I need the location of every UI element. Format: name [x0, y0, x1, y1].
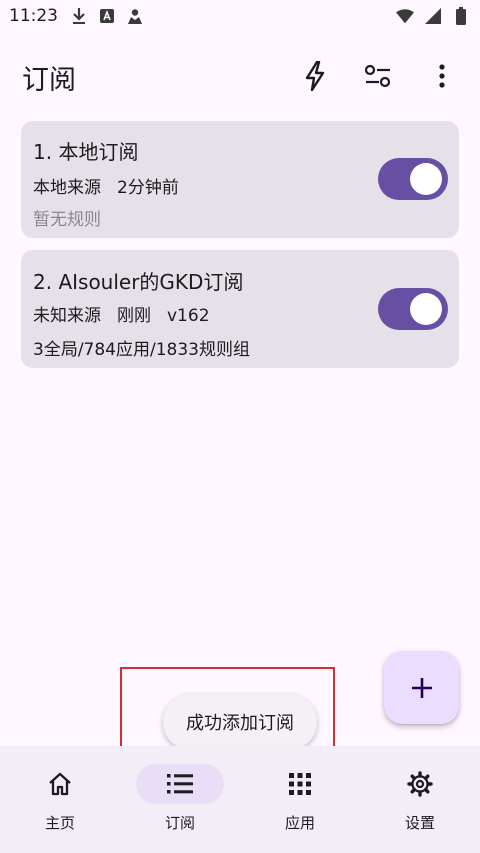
- status-notification-icons: [70, 7, 144, 25]
- toggle-knob: [410, 293, 442, 325]
- nav-label: 应用: [284, 814, 315, 832]
- subscription-card[interactable]: 1. 本地订阅 本地来源 2分钟前 暂无规则: [21, 121, 459, 238]
- list-icon: [167, 774, 193, 794]
- more-vert-icon[interactable]: [422, 56, 462, 96]
- bottom-navigation: 主页 订阅 应用 设置: [0, 746, 480, 853]
- nav-label: 设置: [404, 814, 435, 832]
- nav-pill: [256, 764, 344, 804]
- filter-icon[interactable]: [358, 56, 398, 96]
- lightning-icon[interactable]: [295, 56, 335, 96]
- nav-label: 订阅: [164, 814, 195, 832]
- status-system-icons: [396, 7, 470, 25]
- subscription-source: 本地来源: [33, 178, 101, 198]
- plus-icon: [411, 677, 432, 698]
- wifi-icon: [396, 7, 414, 25]
- text-a-icon: [98, 7, 116, 25]
- apps-grid-icon: [289, 773, 311, 795]
- subscription-version: v162: [167, 306, 210, 326]
- nav-pill: [376, 764, 464, 804]
- subscription-card[interactable]: 2. AIsouler的GKD订阅 未知来源 刚刚 v162 3全局/784应用/1…: [21, 250, 459, 368]
- battery-icon: [452, 7, 470, 25]
- settings-icon: [407, 771, 433, 797]
- subscription-title: 2. AIsouler的GKD订阅: [33, 270, 244, 294]
- nav-item-settings[interactable]: 设置: [360, 746, 480, 853]
- nav-pill: [136, 764, 224, 804]
- toast-message: 成功添加订阅: [163, 694, 317, 750]
- top-app-bar: 订阅: [0, 48, 480, 104]
- subscription-summary: 暂无规则: [33, 210, 101, 230]
- toggle-knob: [410, 163, 442, 195]
- signal-icon: [424, 7, 442, 25]
- subscription-toggle[interactable]: [378, 288, 448, 330]
- subscription-meta: 未知来源 刚刚 v162: [33, 301, 210, 326]
- subscription-source: 未知来源: [33, 306, 101, 326]
- nav-item-subscriptions[interactable]: 订阅: [120, 746, 240, 853]
- nav-pill: [16, 764, 104, 804]
- account-icon: [126, 7, 144, 25]
- status-bar: 11:23: [0, 0, 480, 34]
- add-subscription-button[interactable]: [384, 651, 459, 724]
- nav-item-home[interactable]: 主页: [0, 746, 120, 853]
- status-time: 11:23: [9, 6, 58, 26]
- subscription-updated: 刚刚: [117, 306, 151, 326]
- subscription-updated: 2分钟前: [117, 178, 179, 198]
- subscription-meta: 本地来源 2分钟前: [33, 173, 179, 198]
- subscription-summary: 3全局/784应用/1833规则组: [33, 340, 250, 360]
- subscription-toggle[interactable]: [378, 158, 448, 200]
- page-title: 订阅: [22, 65, 76, 96]
- subscription-title: 1. 本地订阅: [33, 140, 139, 164]
- nav-item-apps[interactable]: 应用: [240, 746, 360, 853]
- home-icon: [49, 772, 71, 796]
- download-icon: [70, 7, 88, 25]
- nav-label: 主页: [44, 814, 75, 832]
